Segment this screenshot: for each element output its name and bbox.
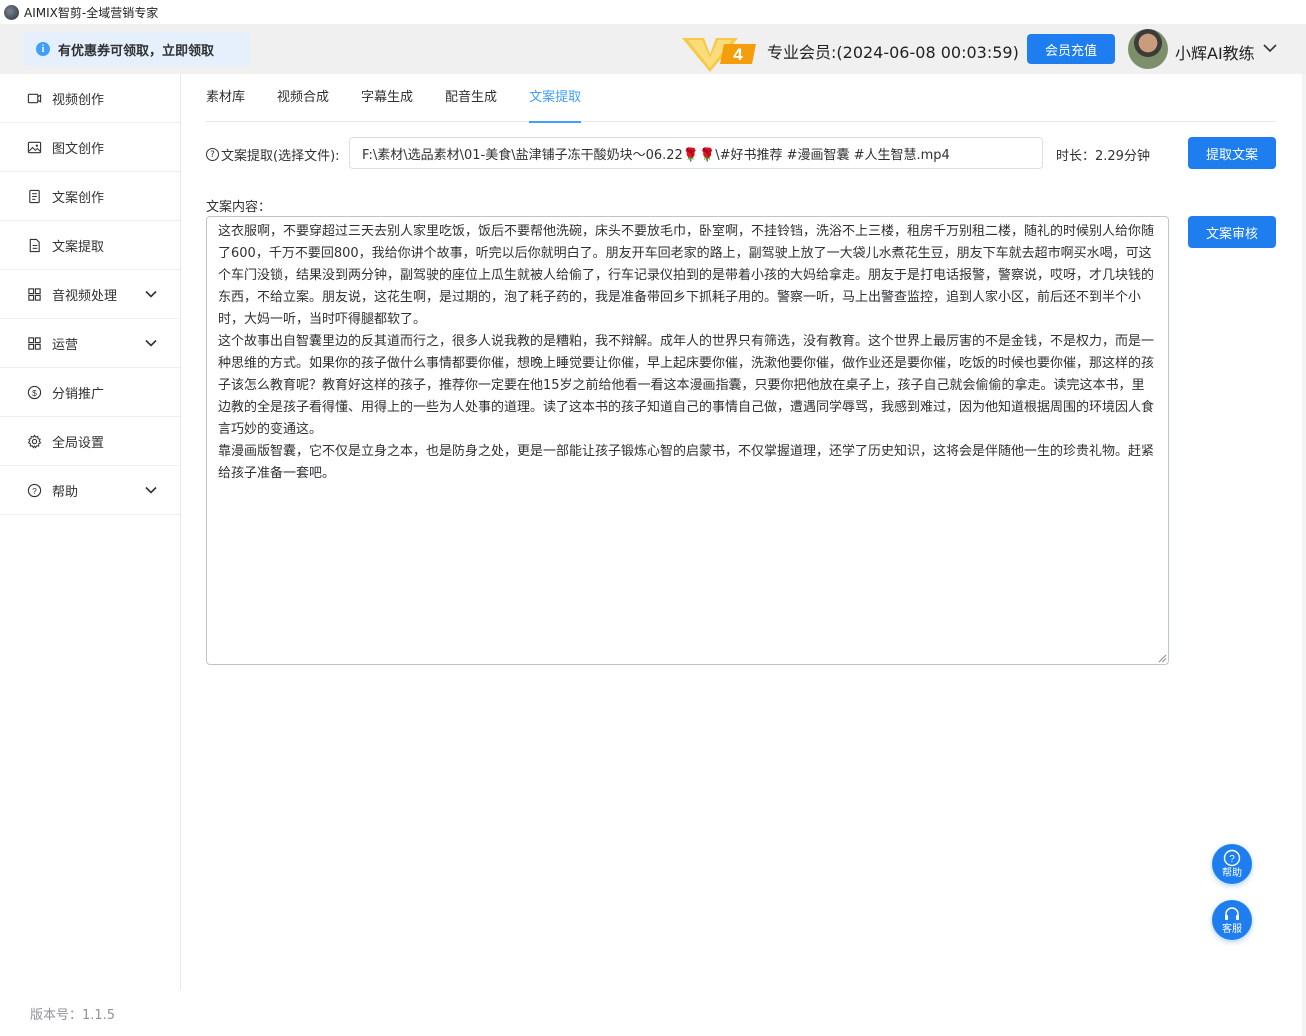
dollar-icon: $ (26, 384, 42, 400)
sidebar-item-label: 分销推广 (52, 386, 105, 402)
chevron-down-icon[interactable] (1262, 40, 1278, 56)
tab-subtitle-generate[interactable]: 字幕生成 (361, 74, 413, 122)
title-bar: AIMIX智剪-全域营销专家 (0, 0, 1306, 24)
file-path-input[interactable] (349, 137, 1043, 169)
sidebar-item-label: 运营 (52, 337, 79, 353)
sidebar-item-global-settings[interactable]: 全局设置 (0, 417, 180, 466)
vip-level: 4 (733, 45, 743, 64)
tab-voiceover-generate[interactable]: 配音生成 (445, 74, 497, 122)
scrollbar[interactable] (1302, 74, 1306, 1036)
copy-audit-button[interactable]: 文案审核 (1188, 216, 1276, 248)
floating-help-label: 帮助 (1222, 868, 1242, 879)
file-select-label: ? 文案提取(选择文件): (206, 145, 340, 164)
file-extract-icon (26, 237, 42, 253)
sidebar-item-image-text-create[interactable]: 图文创作 (0, 123, 180, 172)
sidebar-item-copy-extract[interactable]: 文案提取 (0, 221, 180, 270)
tab-bar: 素材库 视频合成 字幕生成 配音生成 文案提取 (206, 74, 1276, 123)
floating-service-button[interactable]: 客服 (1212, 900, 1252, 940)
version-label: 版本号：1.1.5 (30, 1008, 116, 1023)
svg-text:?: ? (1229, 854, 1235, 865)
grid-icon (26, 286, 42, 302)
app-logo-icon (4, 4, 19, 20)
user-name[interactable]: 小辉AI教练 (1175, 40, 1255, 64)
sidebar-item-label: 音视频处理 (52, 288, 118, 304)
chevron-down-icon (145, 290, 157, 298)
vip-badge-icon: 4 (682, 38, 756, 72)
headset-icon (1225, 907, 1239, 920)
floating-service-label: 客服 (1222, 924, 1242, 935)
avatar[interactable] (1128, 29, 1168, 69)
sidebar-item-video-create[interactable]: 视频创作 (0, 74, 180, 123)
copy-content-textarea[interactable]: 这衣服啊，不要穿超过三天去别人家里吃饭，饭后不要帮他洗碗，床头不要放毛巾，卧室啊… (206, 216, 1169, 665)
extract-copy-button[interactable]: 提取文案 (1188, 137, 1276, 169)
image-icon (26, 139, 42, 155)
question-icon: ? (1223, 849, 1241, 867)
sidebar-item-label: 视频创作 (52, 92, 105, 108)
coupon-text: 有优惠券可领取，立即领取 (58, 43, 215, 59)
window-title: AIMIX智剪-全域营销专家 (24, 5, 159, 20)
sidebar-item-operations[interactable]: 运营 (0, 319, 180, 368)
content-label: 文案内容： (206, 200, 272, 215)
recharge-button[interactable]: 会员充值 (1027, 34, 1115, 64)
floating-help-button[interactable]: ? 帮助 (1212, 844, 1252, 884)
tab-material-library[interactable]: 素材库 (206, 74, 245, 122)
question-icon: ? (206, 148, 219, 161)
sidebar-item-copy-create[interactable]: 文案创作 (0, 172, 180, 221)
membership-expiry: 专业会员:(2024-06-08 00:03:59) (767, 43, 1019, 62)
chevron-down-icon (145, 486, 157, 494)
resize-handle-icon[interactable] (1157, 653, 1167, 663)
sidebar-item-label: 文案创作 (52, 190, 105, 206)
info-icon: i (36, 42, 50, 56)
sidebar-item-label: 帮助 (52, 484, 79, 500)
sidebar-item-help[interactable]: ? 帮助 (0, 466, 180, 515)
sidebar-item-distribution[interactable]: $ 分销推广 (0, 368, 180, 417)
video-icon (26, 90, 42, 106)
coupon-banner[interactable]: i 有优惠券可领取，立即领取 (24, 32, 250, 66)
svg-text:$: $ (32, 387, 37, 397)
sidebar-item-label: 全局设置 (52, 435, 105, 451)
tab-video-compose[interactable]: 视频合成 (277, 74, 329, 122)
question-icon: ? (26, 482, 42, 498)
file-select-label-text: 文案提取(选择文件): (221, 149, 340, 164)
chevron-down-icon (145, 339, 157, 347)
sidebar-item-label: 图文创作 (52, 141, 105, 157)
sidebar-item-label: 文案提取 (52, 239, 105, 255)
svg-text:?: ? (32, 485, 37, 495)
sidebar-item-av-processing[interactable]: 音视频处理 (0, 270, 180, 319)
sidebar: 视频创作 图文创作 文案创作 文案提取 音视频处理 运营 $ 分销推广 全局设置… (0, 74, 181, 990)
gear-icon (26, 433, 42, 449)
document-icon (26, 188, 42, 204)
top-header: i 有优惠券可领取，立即领取 4 专业会员:(2024-06-08 00:03:… (0, 24, 1306, 74)
grid-icon (26, 335, 42, 351)
tab-copy-extract[interactable]: 文案提取 (529, 74, 582, 123)
duration-label: 时长：2.29分钟 (1056, 149, 1150, 164)
